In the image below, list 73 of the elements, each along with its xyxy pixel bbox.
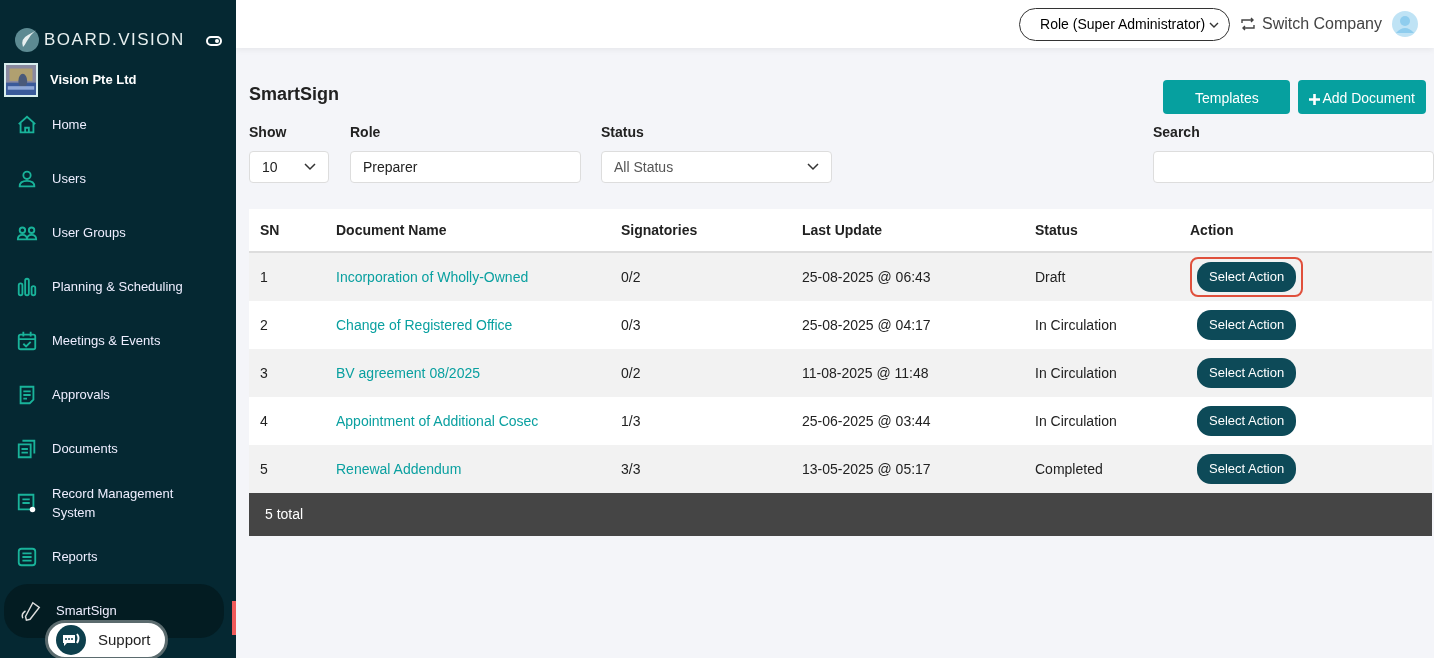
sidebar-item[interactable]: Reports — [0, 530, 236, 584]
table-cell-text: 4 — [259, 411, 269, 431]
field-label: Search — [1153, 123, 1201, 142]
table-cell-text: 0/2 — [621, 267, 642, 287]
table-cell-text: Draft — [1035, 267, 1067, 287]
user-icon — [16, 168, 38, 190]
select-action-button[interactable]: Select Action — [1197, 310, 1297, 340]
toggle-icon[interactable] — [206, 34, 222, 47]
chevron-down-icon — [304, 163, 316, 171]
pen-icon — [20, 600, 42, 622]
field-label: Show — [249, 123, 288, 142]
sidebar-item[interactable]: Planning & Scheduling — [0, 260, 236, 314]
table-cell-text: 5 — [259, 459, 269, 479]
chevron-down-icon — [1208, 20, 1219, 29]
page-size-select[interactable]: 10 — [249, 151, 329, 183]
column-header: Status — [1035, 220, 1079, 240]
table-cell-text: 3/3 — [621, 459, 642, 479]
field-label: Role — [350, 123, 382, 142]
calendar-icon — [16, 330, 38, 352]
table-cell-text: Completed — [1035, 459, 1104, 479]
scroll-marker — [232, 601, 236, 635]
page-title: SmartSign — [249, 84, 340, 106]
switch-company-button[interactable]: Switch Company — [1239, 12, 1382, 36]
table-cell-text: In Circulation — [1035, 315, 1118, 335]
table-cell-text: 3 — [259, 363, 269, 383]
search-field[interactable] — [1153, 151, 1434, 183]
plus-icon — [1309, 93, 1321, 105]
table-cell-text: In Circulation — [1035, 411, 1118, 431]
table-cell-text: 0/3 — [621, 315, 642, 335]
select-action-button[interactable]: Select Action — [1197, 262, 1297, 292]
column-header: Document Name — [336, 220, 448, 240]
role-field[interactable]: Preparer — [350, 151, 581, 183]
sidebar-item[interactable]: Home — [0, 98, 236, 152]
table-cell-text: 25-08-2025 @ 06:43 — [802, 267, 932, 287]
swap-icon — [1239, 17, 1256, 31]
column-header: SN — [259, 220, 281, 240]
table-footer: 5 total — [249, 493, 1432, 536]
column-header: Last Update — [802, 220, 884, 240]
documents-icon — [16, 438, 38, 460]
sidebar-item[interactable]: Documents — [0, 422, 236, 476]
table-cell-text: 13-05-2025 @ 05:17 — [802, 459, 932, 479]
table-cell-text: 1/3 — [621, 411, 642, 431]
table-cell-text: 2 — [259, 315, 269, 335]
table-cell-text: In Circulation — [1035, 363, 1118, 383]
logo-icon — [14, 27, 40, 53]
field-label: Status — [601, 123, 645, 142]
table-cell-text: 25-06-2025 @ 03:44 — [802, 411, 932, 431]
bar-chart-icon — [16, 276, 38, 298]
sidebar-item[interactable]: User Groups — [0, 206, 236, 260]
chevron-down-icon — [807, 163, 819, 171]
sidebar-item[interactable]: Users — [0, 152, 236, 206]
brand-name: BOARD.VISION — [44, 29, 185, 52]
table-cell-text: 25-08-2025 @ 04:17 — [802, 315, 932, 335]
table-cell-text: 1 — [259, 267, 269, 287]
avatar-icon[interactable] — [1392, 11, 1418, 37]
role-dropdown[interactable]: Role (Super Administrator) — [1019, 7, 1230, 41]
select-action-button[interactable]: Select Action — [1197, 406, 1297, 436]
status-select[interactable]: All Status — [601, 151, 832, 183]
column-header: Signatories — [621, 220, 699, 240]
table-cell-text: 11-08-2025 @ 11:48 — [802, 363, 930, 383]
select-action-button[interactable]: Select Action — [1197, 358, 1297, 388]
sidebar-item[interactable]: Approvals — [0, 368, 236, 422]
chat-icon — [56, 625, 86, 655]
sidebar-item[interactable]: Meetings & Events — [0, 314, 236, 368]
select-action-button[interactable]: Select Action — [1197, 454, 1297, 484]
table-cell-text: 0/2 — [621, 363, 642, 383]
column-header: Action — [1190, 220, 1235, 240]
support-button[interactable]: Support — [45, 620, 168, 658]
company-name: Vision Pte Ltd — [50, 71, 137, 90]
sidebar-item[interactable]: Record Management System — [0, 476, 236, 530]
list-icon — [16, 546, 38, 568]
document-icon — [16, 492, 38, 514]
home-icon — [16, 114, 38, 136]
